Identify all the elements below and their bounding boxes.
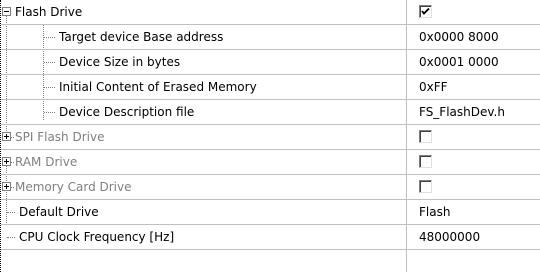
tree-row-memory-card-drive[interactable]: Memory Card Drive bbox=[1, 175, 540, 200]
option-value[interactable]: 0x0000 8000 bbox=[419, 29, 499, 45]
tree-row-spi-flash-drive[interactable]: SPI Flash Drive bbox=[1, 125, 540, 150]
tree-row-ram-drive[interactable]: RAM Drive bbox=[1, 150, 540, 175]
collapse-minus-icon[interactable] bbox=[2, 7, 11, 16]
option-value[interactable]: Flash bbox=[419, 204, 450, 220]
expand-plus-icon[interactable] bbox=[2, 132, 11, 141]
option-name: Default Drive bbox=[19, 205, 99, 219]
tree-row-default-drive[interactable]: Default Drive Flash bbox=[1, 200, 540, 225]
expand-plus-icon[interactable] bbox=[2, 182, 11, 191]
option-value[interactable]: 0xFF bbox=[419, 79, 448, 95]
option-name: Memory Card Drive bbox=[15, 180, 132, 194]
tree-row-device-size[interactable]: Device Size in bytes 0x0001 0000 bbox=[1, 50, 540, 75]
tree-row-flash-drive[interactable]: Flash Drive bbox=[1, 0, 540, 25]
option-name: Target device Base address bbox=[59, 30, 224, 44]
option-name: Device Description file bbox=[59, 105, 195, 119]
memory-card-drive-checkbox[interactable] bbox=[419, 180, 432, 193]
option-value[interactable]: 48000000 bbox=[419, 229, 480, 245]
option-value[interactable]: FS_FlashDev.h bbox=[419, 104, 505, 120]
tree-row-cpu-clock[interactable]: CPU Clock Frequency [Hz] 48000000 bbox=[1, 225, 540, 250]
tree-row-device-description[interactable]: Device Description file FS_FlashDev.h bbox=[1, 100, 540, 125]
option-name: Device Size in bytes bbox=[59, 55, 181, 69]
spi-flash-drive-checkbox[interactable] bbox=[419, 130, 432, 143]
checkmark-icon bbox=[421, 7, 430, 15]
flash-drive-checkbox[interactable] bbox=[419, 5, 432, 18]
option-value[interactable]: 0x0001 0000 bbox=[419, 54, 499, 70]
option-name: CPU Clock Frequency [Hz] bbox=[19, 230, 175, 244]
option-name: SPI Flash Drive bbox=[15, 130, 105, 144]
tree-row-target-base-address[interactable]: Target device Base address 0x0000 8000 bbox=[1, 25, 540, 50]
option-name: Flash Drive bbox=[15, 5, 83, 19]
expand-plus-icon[interactable] bbox=[2, 157, 11, 166]
tree-row-erased-content[interactable]: Initial Content of Erased Memory 0xFF bbox=[1, 75, 540, 100]
option-name: Initial Content of Erased Memory bbox=[59, 80, 257, 94]
ram-drive-checkbox[interactable] bbox=[419, 155, 432, 168]
configuration-wizard-grid: Flash Drive Target device Base address 0… bbox=[0, 0, 540, 272]
option-name: RAM Drive bbox=[15, 155, 78, 169]
